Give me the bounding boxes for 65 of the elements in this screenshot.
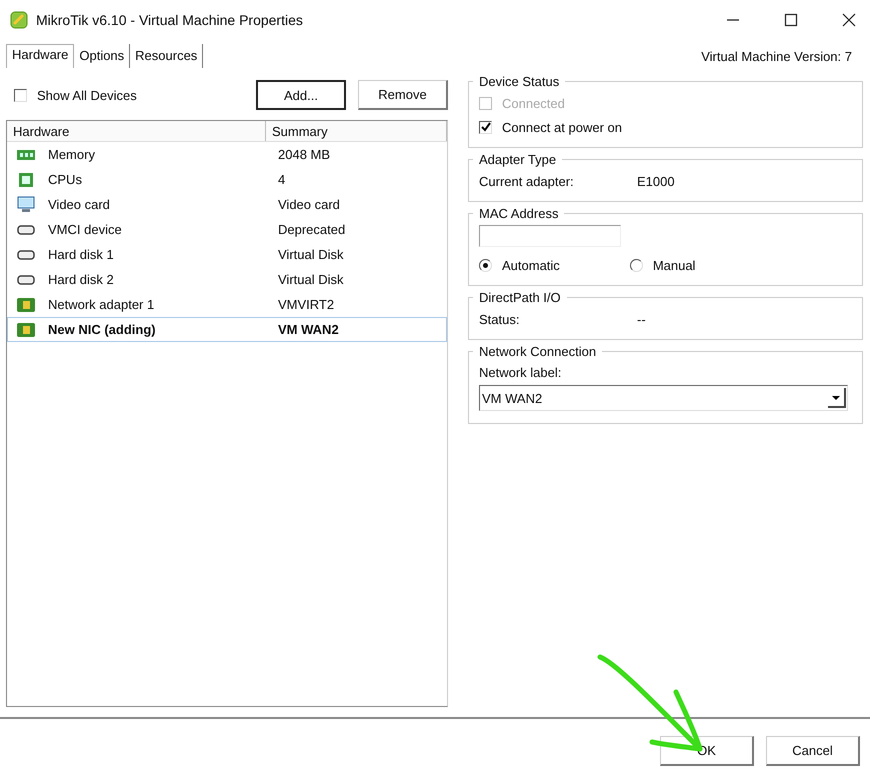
radio-button[interactable] xyxy=(630,258,643,272)
checkbox-label: Show All Devices xyxy=(37,88,137,102)
hardware-name: New NIC (adding) xyxy=(48,322,156,337)
drive-icon xyxy=(16,250,36,260)
drive-icon xyxy=(16,274,36,284)
hardware-name: Hard disk 2 xyxy=(48,272,114,287)
hardware-name: Memory xyxy=(48,147,95,162)
summary-cell-text: Deprecated xyxy=(277,222,346,237)
tab[interactable]: Options xyxy=(74,44,130,68)
group-title: DirectPath I/O xyxy=(478,290,562,305)
memory-icon xyxy=(16,148,36,160)
checkbox[interactable] xyxy=(479,120,492,134)
hardware-row[interactable]: Network adapter 1 VMVIRT2 xyxy=(7,292,447,317)
network-card-icon xyxy=(16,298,36,312)
hardware-row[interactable]: Hard disk 1 Virtual Disk xyxy=(7,242,447,267)
version-label: Virtual Machine Version: 7 xyxy=(701,49,852,66)
network-label-dropdown[interactable]: VM WAN2 xyxy=(479,385,848,411)
radio-button[interactable] xyxy=(479,258,492,272)
hardware-name: Hard disk 1 xyxy=(48,247,114,262)
summary-cell-text: Virtual Disk xyxy=(277,247,345,262)
field-value: -- xyxy=(637,312,646,326)
group-title: Device Status xyxy=(478,74,560,89)
field-label: Status: xyxy=(479,312,520,326)
summary-cell-text: 4 xyxy=(277,172,286,187)
radio-label: Manual xyxy=(652,258,696,272)
network-card-icon xyxy=(16,322,36,336)
summary-cell-text: 2048 MB xyxy=(277,147,332,162)
tab[interactable]: Resources xyxy=(130,44,204,68)
field-label: Current adapter: xyxy=(479,174,575,188)
hardware-name: Video card xyxy=(48,197,110,212)
checkbox-label: Connect at power on xyxy=(502,120,622,134)
window-title: MikroTik v6.10 - Virtual Machine Properties xyxy=(36,12,303,28)
close-icon[interactable] xyxy=(842,13,856,27)
group-title: Adapter Type xyxy=(478,152,558,167)
hardware-name: CPUs xyxy=(48,172,82,187)
column-header[interactable]: Summary xyxy=(266,121,447,141)
group-title: MAC Address xyxy=(478,206,560,221)
list-button[interactable]: Add... xyxy=(256,80,346,110)
app-logo-icon xyxy=(10,11,28,29)
hardware-name: VMCI device xyxy=(48,222,122,237)
summary-cell-text: Video card xyxy=(277,197,341,212)
monitor-icon xyxy=(16,196,36,214)
hardware-row[interactable]: New NIC (adding) VM WAN2 xyxy=(7,317,447,342)
chip-icon xyxy=(16,172,36,188)
hardware-row[interactable]: Video card Video card xyxy=(7,192,447,217)
group-title: Network Connection xyxy=(478,344,598,359)
hardware-row[interactable]: Hard disk 2 Virtual Disk xyxy=(7,267,447,292)
dialog-button[interactable]: Cancel xyxy=(766,736,860,766)
field-label: Network label: xyxy=(479,364,562,382)
hardware-row[interactable]: Memory 2048 MB xyxy=(7,142,447,167)
checkbox-label: Connected xyxy=(502,96,565,110)
hardware-row[interactable]: CPUs 4 xyxy=(7,167,447,192)
summary-cell-text: VMVIRT2 xyxy=(277,297,336,312)
hardware-row[interactable]: VMCI device Deprecated xyxy=(7,217,447,242)
summary-cell-text: Virtual Disk xyxy=(277,272,345,287)
maximize-icon[interactable] xyxy=(784,13,798,27)
list-button[interactable]: Remove xyxy=(358,80,448,110)
summary-cell-text: VM WAN2 xyxy=(277,322,340,337)
column-header[interactable]: Hardware xyxy=(7,121,266,141)
hardware-name: Network adapter 1 xyxy=(48,297,154,312)
radio-label: Automatic xyxy=(502,258,560,272)
tab[interactable]: Hardware xyxy=(6,44,74,68)
drive-icon xyxy=(16,224,36,234)
checkbox[interactable] xyxy=(14,88,27,102)
field-value: E1000 xyxy=(637,174,675,188)
